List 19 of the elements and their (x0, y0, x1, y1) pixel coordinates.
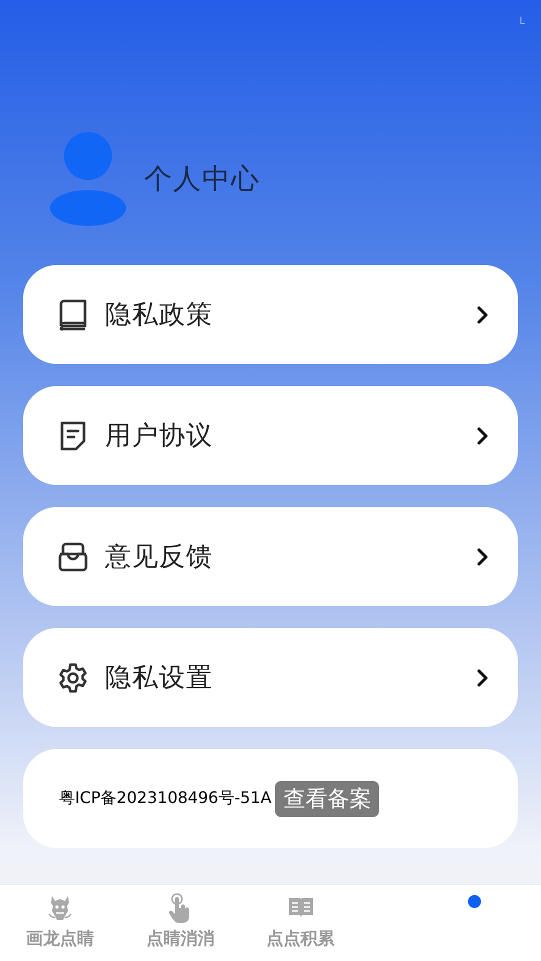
menu-item[interactable]: 用户协议 (23, 386, 518, 485)
chevron-right-icon (476, 304, 490, 324)
chevron-right-icon (476, 426, 490, 446)
box-icon (57, 540, 89, 572)
avatar-icon (50, 132, 126, 226)
menu-item[interactable]: 隐私政策 (23, 265, 518, 364)
menu-item[interactable]: 意见反馈 (23, 507, 518, 606)
profile-title: 个人中心 (144, 160, 260, 196)
note-icon (58, 420, 88, 452)
filing-number: 粤ICP备2023108496号-51A (59, 788, 272, 809)
menu-item[interactable]: 隐私设置 (23, 628, 518, 727)
status-indicator: L (519, 16, 525, 29)
view-filing-button[interactable]: 查看备案 (275, 780, 380, 816)
book-icon (58, 298, 88, 330)
selected-dot-icon (468, 895, 481, 908)
dragon-icon[interactable] (46, 894, 74, 922)
settings-icon (57, 662, 89, 694)
chevron-right-icon (476, 668, 490, 688)
chevron-right-icon (476, 546, 490, 566)
